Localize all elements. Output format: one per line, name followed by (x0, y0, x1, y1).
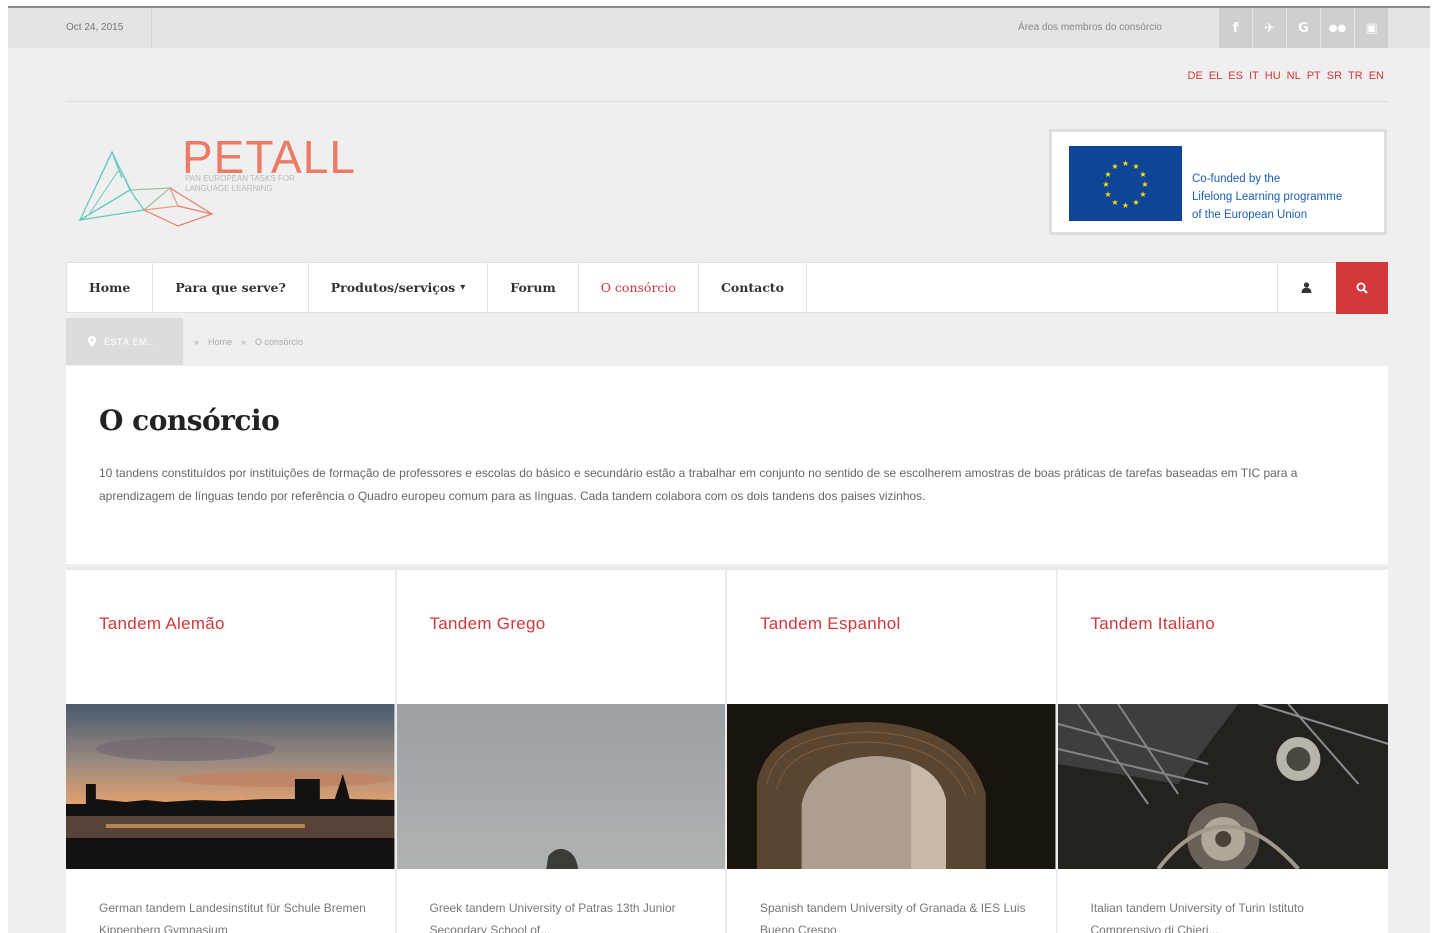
tandem-card-espanhol[interactable]: Tandem Espanhol Spanish tandem Universit… (727, 570, 1058, 933)
nav-produtos-label: Produtos/serviços (330, 280, 456, 295)
logo-subtitle-line: LANGUAGE LEARNING (185, 184, 273, 193)
svg-text:★: ★ (1111, 162, 1118, 171)
card-title[interactable]: Tandem Espanhol (760, 614, 901, 634)
facebook-icon[interactable]: f (1218, 8, 1252, 48)
nav-o-consorcio[interactable]: O consórcio (579, 263, 699, 312)
svg-text:★: ★ (1104, 170, 1111, 179)
card-title[interactable]: Tandem Italiano (1091, 614, 1216, 634)
lang-nl[interactable]: NL (1287, 70, 1301, 82)
header-divider (66, 101, 1388, 102)
svg-text:★: ★ (1139, 190, 1146, 199)
breadcrumb-separator: » (241, 336, 247, 347)
breadcrumb-separator: » (194, 336, 200, 347)
page-description: 10 tandens constituídos por instituições… (99, 466, 1298, 503)
card-description: Greek tandem University of Patras 13th J… (429, 901, 676, 933)
tandem-card-alemao[interactable]: Tandem Alemão German tandem Landesinstit… (66, 570, 397, 933)
search-icon (1356, 282, 1368, 294)
lang-de[interactable]: DE (1188, 70, 1203, 82)
card-description: German tandem Landesinstitut für Schule … (99, 901, 366, 933)
page-frame: Oct 24, 2015 Área dos membros do consórc… (8, 6, 1430, 933)
eu-text-line: Co-funded by the (1192, 173, 1281, 185)
lang-en[interactable]: EN (1369, 70, 1384, 82)
twitter-icon[interactable]: ✈ (1252, 8, 1286, 48)
breadcrumb-current: O consórcio (255, 336, 304, 347)
lang-sr[interactable]: SR (1327, 70, 1342, 82)
tandem-card-grego[interactable]: Tandem Grego Greek tandem University of … (396, 570, 727, 933)
social-links: f ✈ G ●● ▣ (1218, 8, 1388, 48)
google-plus-icon[interactable]: G (1286, 8, 1320, 48)
svg-text:★: ★ (1102, 180, 1109, 189)
nav-para-que-serve[interactable]: Para que serve? (153, 263, 309, 312)
map-marker-icon (88, 336, 96, 347)
lang-tr[interactable]: TR (1348, 70, 1363, 82)
nav-forum[interactable]: Forum (488, 263, 579, 312)
current-date: Oct 24, 2015 (8, 8, 152, 48)
page-title: O consórcio (99, 404, 280, 437)
nav-contacto[interactable]: Contacto (699, 263, 807, 312)
main-content: O consórcio 10 tandens constituídos por … (66, 366, 1388, 564)
turin-dome-image[interactable] (1057, 704, 1389, 869)
card-title[interactable]: Tandem Alemão (99, 614, 225, 634)
eu-text-line: Lifelong Learning programme (1192, 191, 1343, 203)
eu-funding-text: Co-funded by the Lifelong Learning progr… (1192, 170, 1342, 224)
user-icon (1301, 282, 1312, 293)
svg-text:★: ★ (1141, 180, 1148, 189)
svg-text:★: ★ (1132, 198, 1139, 207)
chevron-down-icon: ▾ (460, 282, 466, 293)
nav-home[interactable]: Home (67, 263, 154, 312)
breadcrumb-tag: ESTÁ EM... (66, 318, 183, 365)
nav-produtos-servicos[interactable]: Produtos/serviços ▾ (309, 263, 489, 312)
eu-text-line: of the European Union (1192, 209, 1308, 221)
breadcrumb-tag-label: ESTÁ EM... (104, 336, 157, 347)
patras-sky-image[interactable] (396, 704, 726, 869)
eu-flag-icon: ★ ★ ★ ★ ★ ★ ★ ★ ★ ★ ★ ★ (1069, 146, 1182, 221)
lang-it[interactable]: IT (1249, 70, 1259, 82)
lang-pt[interactable]: PT (1307, 70, 1321, 82)
flickr-icon[interactable]: ●● (1320, 8, 1354, 48)
tandem-card-italiano[interactable]: Tandem Italiano Italian tandem Universit… (1057, 570, 1389, 933)
bremen-sunset-image[interactable] (66, 704, 395, 869)
lang-el[interactable]: EL (1209, 70, 1222, 82)
svg-text:★: ★ (1104, 190, 1111, 199)
lang-es[interactable]: ES (1228, 70, 1243, 82)
youtube-icon[interactable]: ▣ (1354, 8, 1388, 48)
logo-subtitle-line: PAN EUROPEAN TASKS FOR (185, 174, 295, 183)
svg-text:★: ★ (1122, 201, 1129, 210)
svg-text:★: ★ (1139, 170, 1146, 179)
language-switcher: DE EL ES IT HU NL PT SR TR EN (1188, 70, 1384, 82)
main-navigation: Home Para que serve? Produtos/serviços ▾… (66, 262, 1388, 314)
svg-text:★: ★ (1122, 159, 1129, 168)
tandem-cards: Tandem Alemão German tandem Landesinstit… (66, 567, 1388, 933)
card-title[interactable]: Tandem Grego (430, 614, 546, 634)
eu-funding-badge: ★ ★ ★ ★ ★ ★ ★ ★ ★ ★ ★ ★ Co-funded by the… (1049, 129, 1387, 235)
breadcrumb: » Home » O consórcio (194, 318, 303, 365)
members-area-link[interactable]: Área dos membros do consórcio (1018, 8, 1162, 48)
card-description: Spanish tandem University of Granada & I… (760, 901, 1026, 933)
card-description: Italian tandem University of Turin Istit… (1090, 901, 1304, 933)
logo-subtitle: PAN EUROPEAN TASKS FOR LANGUAGE LEARNING (185, 174, 325, 194)
top-bar: Oct 24, 2015 Área dos membros do consórc… (8, 8, 1430, 48)
user-login-button[interactable] (1277, 263, 1335, 312)
breadcrumb-home[interactable]: Home (208, 337, 232, 347)
granada-arch-image[interactable] (727, 704, 1056, 869)
svg-text:★: ★ (1111, 198, 1118, 207)
search-button[interactable] (1336, 262, 1388, 314)
lang-hu[interactable]: HU (1265, 70, 1281, 82)
